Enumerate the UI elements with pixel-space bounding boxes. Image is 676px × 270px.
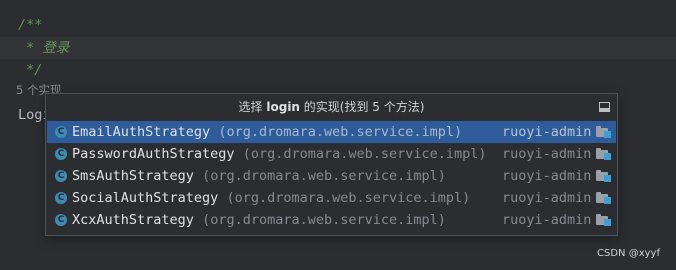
list-item[interactable]: C EmailAuthStrategy (org.dromara.web.ser…: [47, 121, 616, 143]
header-suffix: 的实现(找到 5 个方法): [299, 100, 425, 114]
class-name: XcxAuthStrategy: [72, 212, 194, 228]
list-item[interactable]: C SocialAuthStrategy (org.dromara.web.se…: [47, 187, 616, 209]
header-method: login: [266, 100, 300, 114]
list-item[interactable]: C PasswordAuthStrategy (org.dromara.web.…: [47, 143, 616, 165]
class-icon: C: [55, 170, 67, 182]
module-name: ruoyi-admin: [502, 124, 592, 140]
item-text: EmailAuthStrategy (org.dromara.web.servi…: [72, 121, 462, 143]
module-folder-icon: [596, 214, 611, 226]
choose-implementation-popup: 选择 login 的实现(找到 5 个方法) C EmailAuthStrate…: [45, 93, 618, 236]
class-name: SmsAuthStrategy: [72, 168, 194, 184]
header-prefix: 选择: [238, 100, 267, 114]
module-folder-icon: [596, 126, 611, 138]
watermark: CSDN @xyyf: [597, 248, 660, 259]
class-name: PasswordAuthStrategy: [72, 146, 235, 162]
module-name: ruoyi-admin: [502, 168, 592, 184]
package-name: (org.dromara.web.service.impl): [218, 124, 463, 140]
implementation-list: C EmailAuthStrategy (org.dromara.web.ser…: [46, 121, 617, 231]
popup-header: 选择 login 的实现(找到 5 个方法): [46, 94, 617, 121]
package-name: (org.dromara.web.service.impl): [202, 212, 446, 228]
class-icon: C: [55, 148, 67, 160]
class-icon: C: [55, 192, 67, 204]
comment-close: */: [18, 62, 43, 78]
comment-open: /**: [18, 17, 43, 33]
code-line-1: /**: [0, 14, 676, 36]
module-name: ruoyi-admin: [502, 146, 592, 162]
item-text: XcxAuthStrategy (org.dromara.web.service…: [72, 209, 446, 231]
package-name: (org.dromara.web.service.impl): [226, 190, 471, 206]
class-icon: C: [55, 214, 67, 226]
class-name: EmailAuthStrategy: [72, 124, 211, 140]
module-folder-icon: [596, 170, 611, 182]
list-item[interactable]: C XcxAuthStrategy (org.dromara.web.servi…: [47, 209, 616, 231]
comment-text: * 登录: [18, 40, 70, 56]
module-name: ruoyi-admin: [502, 212, 592, 228]
list-item[interactable]: C SmsAuthStrategy (org.dromara.web.servi…: [47, 165, 616, 187]
class-name: SocialAuthStrategy: [72, 190, 219, 206]
module-folder-icon: [596, 192, 611, 204]
pin-window-icon[interactable]: [599, 102, 610, 112]
code-line-3: */: [0, 59, 676, 81]
package-name: (org.dromara.web.service.impl): [202, 168, 446, 184]
module-name: ruoyi-admin: [502, 190, 592, 206]
item-text: SmsAuthStrategy (org.dromara.web.service…: [72, 165, 446, 187]
module-folder-icon: [596, 148, 611, 160]
code-line-2: * 登录: [0, 37, 676, 59]
item-text: SocialAuthStrategy (org.dromara.web.serv…: [72, 187, 470, 209]
item-text: PasswordAuthStrategy (org.dromara.web.se…: [72, 143, 487, 165]
class-icon: C: [55, 126, 67, 138]
package-name: (org.dromara.web.service.impl): [242, 146, 487, 162]
